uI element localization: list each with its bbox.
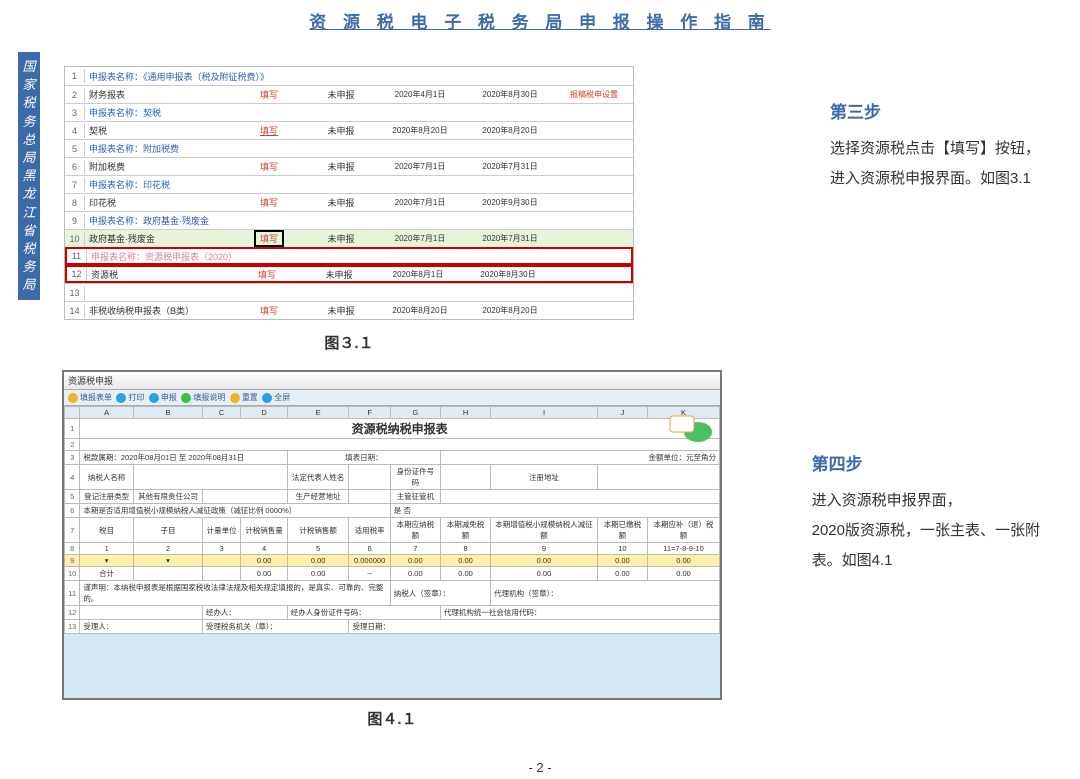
- form-row: 9申报表名称：政府基金·残废金: [65, 211, 633, 229]
- figure-3-1-caption: 图３.１: [64, 332, 634, 353]
- step-3-block: 第三步 选择资源税点击【填写】按钮， 进入资源税申报界面。如图3.1: [830, 96, 1040, 194]
- declaration-text: 谨声明：本纳税申报表是根据国家税收法律法规及相关规定填报的，是真实、可靠的、完整…: [80, 581, 390, 606]
- page-title: 资 源 税 电 子 税 务 局 申 报 操 作 指 南: [0, 0, 1080, 33]
- full-icon[interactable]: [262, 393, 272, 403]
- declare-icon[interactable]: [149, 393, 159, 403]
- fill-button[interactable]: 填写: [229, 268, 305, 281]
- declaration-sheet: ABCDEFGHIJK 1资源税纳税申报表 2 3 税款属期：2020年08月0…: [64, 406, 720, 634]
- step-4-title: 第四步: [812, 448, 1040, 482]
- step-3-line2: 进入资源税申报界面。如图3.1: [830, 164, 1040, 194]
- draft-icon[interactable]: [181, 393, 191, 403]
- form-row: 3申报表名称：契税: [65, 103, 633, 121]
- window-toolbar: 填报表单 打印 申报 填报说明 重置 全屏: [64, 390, 720, 406]
- fill-button[interactable]: 填写: [231, 160, 307, 173]
- form-row: 13: [65, 283, 633, 301]
- fill-button[interactable]: 填写: [231, 124, 307, 137]
- toolbar-draft[interactable]: 填报说明: [193, 393, 225, 402]
- step-3-title: 第三步: [830, 96, 1040, 130]
- reset-icon[interactable]: [230, 393, 240, 403]
- toolbar-full[interactable]: 全屏: [274, 393, 290, 402]
- form-row: 1申报表名称：《通用申报表（税及附征税费）》: [65, 67, 633, 85]
- step-3-line1: 选择资源税点击【填写】按钮，: [830, 134, 1040, 164]
- form-row: 12资源税填写未申报2020年8月1日2020年8月30日: [65, 265, 633, 283]
- form-row: 8印花税填写未申报2020年7月1日2020年9月30日: [65, 193, 633, 211]
- step-4-line1: 进入资源税申报界面，: [812, 486, 1040, 516]
- step-4-line3: 表。如图4.1: [812, 546, 1040, 576]
- form-row: 14非税收纳税申报表（B类）填写未申报2020年8月20日2020年8月20日: [65, 301, 633, 319]
- form-row: 11申报表名称：资源税申报表（2020）: [65, 247, 633, 265]
- amount-unit: 金额单位：元至角分: [440, 451, 719, 465]
- toolbar-print[interactable]: 打印: [128, 393, 144, 402]
- back-icon[interactable]: [68, 393, 78, 403]
- tax-period: 税款属期：2020年08月01日 至 2020年08月31日: [80, 451, 287, 465]
- sheet-title: 资源税纳税申报表: [80, 419, 720, 439]
- figure-3-1-table: 1申报表名称：《通用申报表（税及附征税费）》2财务报表填写未申报2020年4月1…: [64, 66, 634, 320]
- form-row: 7申报表名称：印花税: [65, 175, 633, 193]
- toolbar-back[interactable]: 填报表单: [80, 393, 112, 402]
- toolbar-declare[interactable]: 申报: [161, 393, 177, 402]
- form-row: 4契税填写未申报2020年8月20日2020年8月20日: [65, 121, 633, 139]
- step-4-block: 第四步 进入资源税申报界面， 2020版资源税，一张主表、一张附 表。如图4.1: [812, 448, 1040, 576]
- toolbar-reset[interactable]: 重置: [242, 393, 258, 402]
- fill-button[interactable]: 填写: [231, 304, 307, 317]
- page-number: - 2 -: [0, 760, 1080, 775]
- org-vertical-strip: 国家税务总局黑龙江省税务局: [18, 52, 40, 300]
- print-icon[interactable]: [116, 393, 126, 403]
- form-row: 10政府基金·残废金填写未申报2020年7月1日2020年7月31日: [65, 229, 633, 247]
- fill-button[interactable]: 填写: [231, 230, 307, 247]
- form-row: 5申报表名称：附加税费: [65, 139, 633, 157]
- fill-button[interactable]: 填写: [231, 196, 307, 209]
- window-titlebar: 资源税申报: [64, 372, 720, 390]
- figure-4-1-caption: 图４.１: [62, 708, 722, 729]
- form-row: 2财务报表填写未申报2020年4月1日2020年8月30日报稿税申设置: [65, 85, 633, 103]
- help-float-button[interactable]: [668, 414, 714, 442]
- fill-button[interactable]: 填写: [231, 88, 307, 101]
- step-4-line2: 2020版资源税，一张主表、一张附: [812, 516, 1040, 546]
- fill-date: 填表日期：: [287, 451, 440, 465]
- figure-4-1-window: 资源税申报 填报表单 打印 申报 填报说明 重置 全屏 ABCDEFGHIJK …: [62, 370, 722, 700]
- form-row: 6附加税费填写未申报2020年7月1日2020年7月31日: [65, 157, 633, 175]
